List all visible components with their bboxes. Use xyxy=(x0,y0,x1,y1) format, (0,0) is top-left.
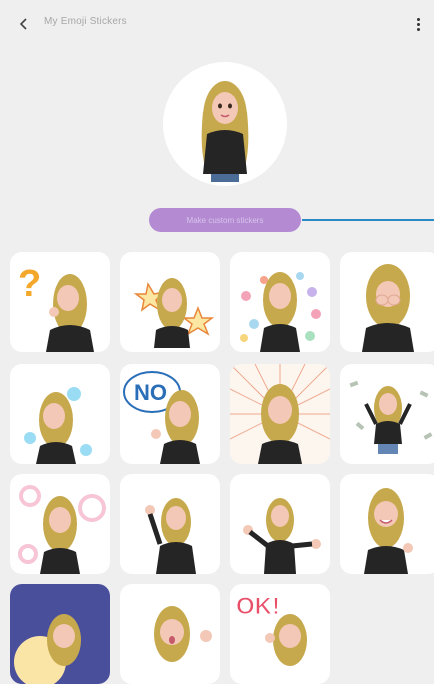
sticker-hearts[interactable] xyxy=(230,252,330,352)
sticker-ok[interactable]: OK! xyxy=(230,584,330,684)
sticker-shocked-rays[interactable] xyxy=(230,364,330,464)
svg-text:?: ? xyxy=(18,263,41,305)
sticker-ok-text: OK! xyxy=(236,593,280,620)
sticker-sad-bubbles[interactable] xyxy=(10,364,110,464)
sticker-dancing[interactable] xyxy=(230,474,330,574)
sticker-excited-stars[interactable] xyxy=(120,252,220,352)
sticker-pink-bubbles[interactable] xyxy=(10,474,110,574)
sticker-waving[interactable] xyxy=(120,474,220,574)
sticker-purple-bg[interactable] xyxy=(10,584,110,684)
sticker-covering-face[interactable] xyxy=(340,252,434,352)
sticker-no-text: NO xyxy=(134,380,167,405)
sticker-laughing[interactable] xyxy=(340,474,434,574)
sticker-thinking[interactable]: ? xyxy=(10,252,110,352)
sticker-money-rain[interactable] xyxy=(340,364,434,464)
sticker-no[interactable]: NO xyxy=(120,364,220,464)
sticker-grid: ? NO OK! xyxy=(0,0,434,684)
sticker-surprised[interactable] xyxy=(120,584,220,684)
